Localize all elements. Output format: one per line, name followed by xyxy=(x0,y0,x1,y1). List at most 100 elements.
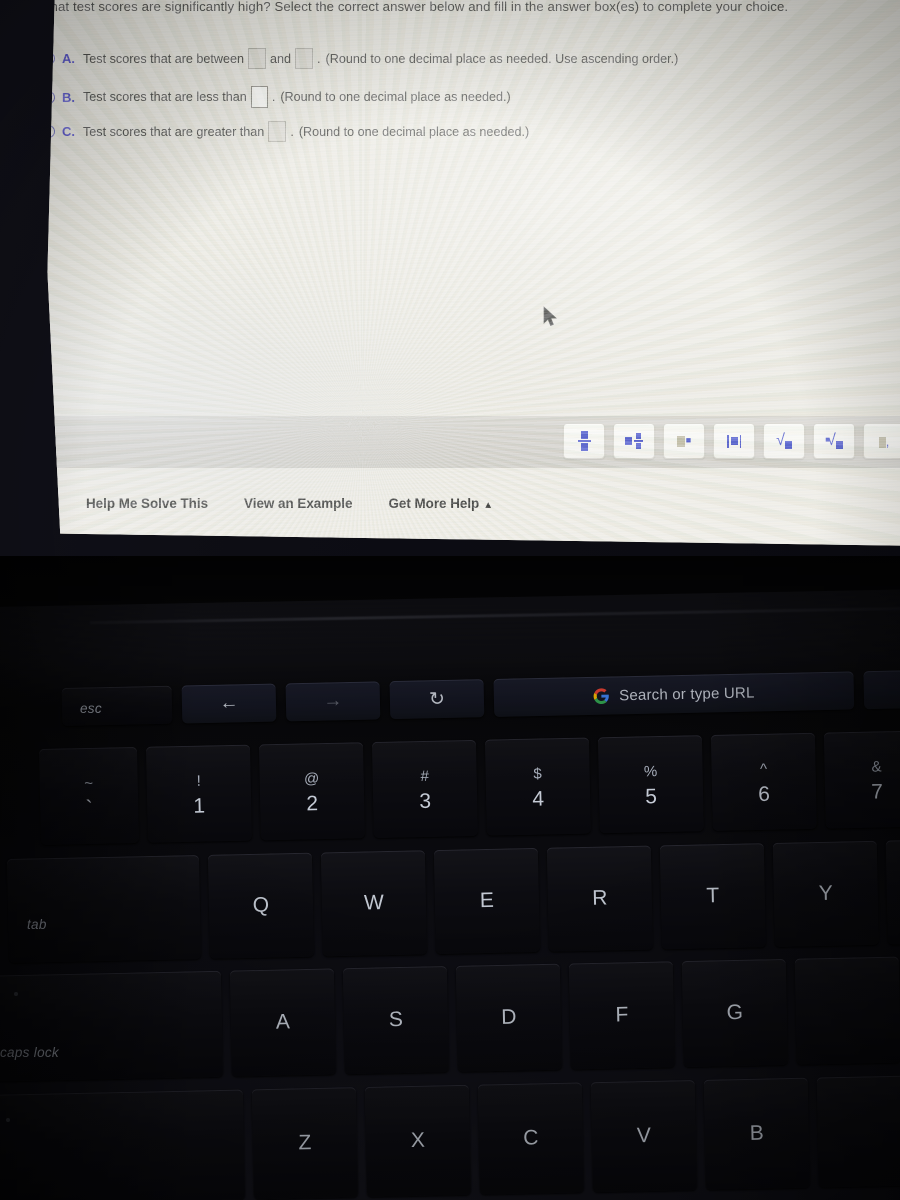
key-f[interactable]: F xyxy=(568,961,675,1070)
key-n[interactable] xyxy=(816,1075,900,1188)
choice-c[interactable]: C. Test scores that are greater than . (… xyxy=(47,121,530,142)
key-5-lower: 5 xyxy=(645,784,658,808)
key-x[interactable]: X xyxy=(364,1084,472,1197)
mixed-number-icon xyxy=(625,433,643,449)
key-a[interactable]: A xyxy=(229,968,337,1077)
key-g-label: G xyxy=(726,1000,744,1025)
forward-arrow-icon: → xyxy=(323,690,343,712)
key-b[interactable]: B xyxy=(703,1077,810,1190)
key-4-upper: $ xyxy=(533,764,542,783)
key-u[interactable] xyxy=(885,838,900,945)
backtick-upper: ~ xyxy=(84,774,94,792)
mathxl-question-panel: What test scores are significantly high?… xyxy=(47,0,900,546)
key-a-label: A xyxy=(275,1010,291,1034)
answer-box-a1[interactable] xyxy=(248,48,267,69)
laptop-keyboard: ← → ↻ Search or type URL ~ ` ! 1 @ 2 # 3… xyxy=(0,556,900,1200)
fraction-icon xyxy=(577,431,591,451)
choice-a-conjunction: and xyxy=(270,51,292,66)
extra-fn-key[interactable] xyxy=(863,669,900,710)
forward-key[interactable]: → xyxy=(285,681,381,722)
square-root-icon: √ xyxy=(776,433,792,449)
help-me-solve-this-label: Help Me Solve This xyxy=(86,496,209,511)
help-me-solve-this-link[interactable]: Help Me Solve This xyxy=(86,496,208,511)
back-arrow-icon: ← xyxy=(219,692,239,714)
choice-b-text: Test scores that are less than xyxy=(83,90,247,104)
choice-c-hint: (Round to one decimal place as needed.) xyxy=(298,124,530,139)
caps-lock-key[interactable] xyxy=(0,970,224,1082)
shift-key[interactable] xyxy=(0,1089,246,1200)
get-more-help-label: Get More Help xyxy=(388,496,480,511)
decimal-icon: , xyxy=(878,435,889,448)
key-c[interactable]: C xyxy=(477,1082,585,1195)
choice-a[interactable]: A. Test scores that are between and . (R… xyxy=(47,48,679,69)
key-y-label: Y xyxy=(818,881,834,906)
square-root-button[interactable]: √ xyxy=(763,423,805,459)
key-6[interactable]: ^ 6 xyxy=(710,732,817,831)
key-v[interactable]: V xyxy=(590,1080,697,1193)
key-2[interactable]: @ 2 xyxy=(258,742,365,841)
choice-c-letter: C. xyxy=(62,124,75,139)
key-t[interactable]: T xyxy=(659,843,766,950)
key-4-lower: 4 xyxy=(532,786,545,811)
search-or-type-url-key[interactable]: Search or type URL xyxy=(493,671,855,717)
key-d[interactable]: D xyxy=(455,963,562,1072)
view-an-example-link[interactable]: View an Example xyxy=(244,496,352,511)
key-s-label: S xyxy=(388,1007,404,1032)
decimal-button[interactable]: , xyxy=(863,423,900,459)
mouse-cursor-icon xyxy=(543,306,557,327)
key-3-upper: # xyxy=(420,767,429,785)
key-v-label: V xyxy=(636,1123,652,1148)
key-t-label: T xyxy=(706,884,720,908)
nth-root-button[interactable]: ■ √ xyxy=(813,423,855,459)
choice-b-period: . xyxy=(271,90,276,104)
bottom-key-row: Z X C V B xyxy=(0,1075,900,1200)
key-z[interactable]: Z xyxy=(251,1087,359,1200)
nth-root-icon: ■ √ xyxy=(825,433,843,449)
answer-box-a2[interactable] xyxy=(295,48,314,69)
key-4[interactable]: $ 4 xyxy=(484,737,591,836)
reload-key[interactable]: ↻ xyxy=(389,679,485,720)
key-1[interactable]: ! 1 xyxy=(145,744,252,843)
key-g[interactable]: G xyxy=(681,958,788,1068)
key-h[interactable] xyxy=(794,956,900,1065)
esc-key[interactable] xyxy=(61,685,173,726)
keyboard-indicator-dot xyxy=(14,992,18,996)
key-r-label: R xyxy=(592,886,608,910)
tab-key-label: tab xyxy=(27,917,47,932)
absolute-value-icon xyxy=(727,434,741,448)
key-y[interactable]: Y xyxy=(772,840,879,947)
caret-up-icon: ▲ xyxy=(483,500,494,511)
answer-box-c1[interactable] xyxy=(268,121,287,142)
reload-icon: ↻ xyxy=(428,688,446,710)
key-2-lower: 2 xyxy=(306,791,319,815)
laptop-screen: What test scores are significantly high?… xyxy=(0,0,900,556)
key-7[interactable]: & 7 xyxy=(823,730,900,829)
fraction-button[interactable] xyxy=(563,423,605,459)
key-3[interactable]: # 3 xyxy=(371,739,478,839)
tab-key[interactable] xyxy=(6,854,202,963)
key-s[interactable]: S xyxy=(342,966,450,1075)
key-q[interactable]: Q xyxy=(207,852,315,959)
answer-box-b1[interactable] xyxy=(250,86,268,108)
absolute-value-button[interactable] xyxy=(713,423,755,459)
key-2-upper: @ xyxy=(303,769,320,787)
get-more-help-link[interactable]: Get More Help ▲ xyxy=(388,496,493,511)
backtick-key[interactable]: ~ ` xyxy=(38,746,139,845)
key-r[interactable]: R xyxy=(546,845,653,952)
key-w[interactable]: W xyxy=(320,850,427,957)
key-f-label: F xyxy=(615,1003,629,1027)
key-e[interactable]: E xyxy=(433,847,540,955)
key-e-label: E xyxy=(479,888,495,913)
backtick-lower: ` xyxy=(85,796,93,820)
number-key-row: ~ ` ! 1 @ 2 # 3 $ 4 % 5 ^ 6 & 7 xyxy=(38,730,900,845)
choice-b[interactable]: B. Test scores that are less than . (Rou… xyxy=(47,86,511,108)
home-key-row: A S D F G xyxy=(0,956,900,1082)
key-1-upper: ! xyxy=(196,772,201,790)
key-b-label: B xyxy=(749,1121,765,1145)
mixed-number-button[interactable] xyxy=(613,423,655,459)
choice-a-hint: (Round to one decimal place as needed. U… xyxy=(325,51,679,66)
back-key[interactable]: ← xyxy=(181,683,277,724)
key-d-label: D xyxy=(501,1005,517,1029)
exponent-button[interactable]: ■ xyxy=(663,423,705,459)
key-5[interactable]: % 5 xyxy=(597,735,704,834)
